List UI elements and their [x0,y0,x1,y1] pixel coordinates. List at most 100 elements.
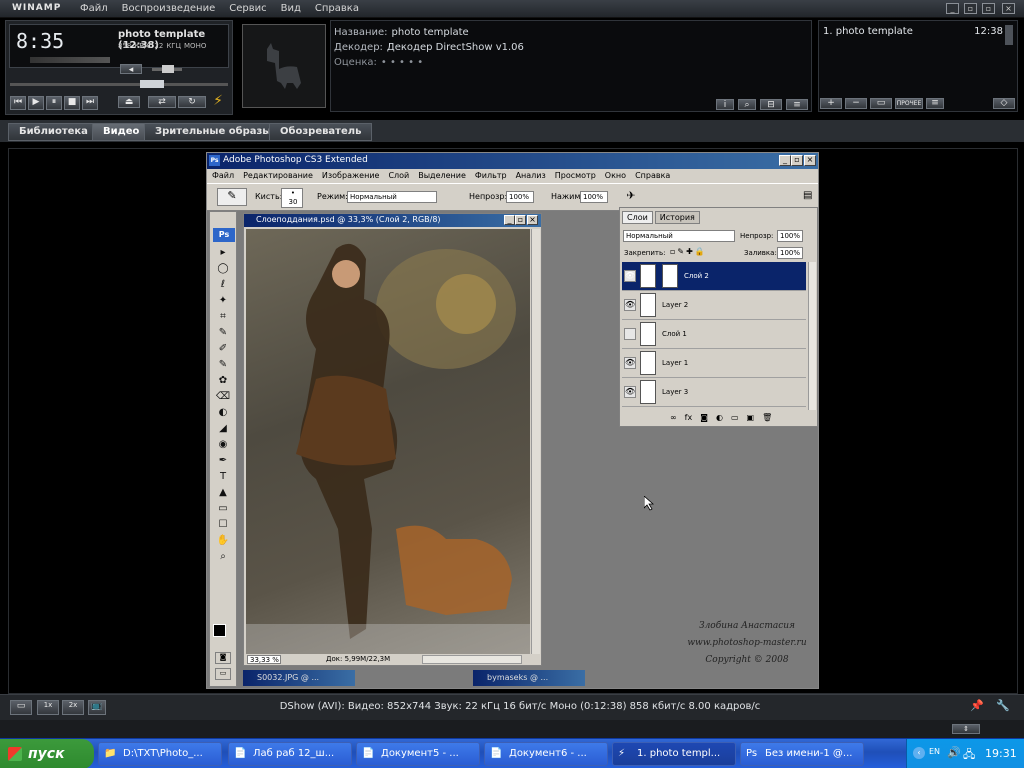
taskbar-button[interactable]: Ps Без имени-1 @... [740,742,864,766]
zoom-1x-button[interactable]: 1x [37,700,59,715]
menu-icon[interactable]: ≡ [786,99,808,110]
lasso-tool-icon[interactable]: ℓ [212,278,234,292]
playlist-scrollbar[interactable] [1005,25,1013,45]
tab-layers[interactable]: Слои [622,211,653,224]
maximize-button[interactable]: ▫ [964,3,977,14]
tab-visualization[interactable]: Зрительные образы [144,123,283,141]
layer-style-icon[interactable]: fx [685,413,693,422]
opacity-field[interactable]: 100% [506,191,534,203]
layer-row[interactable]: 👁 Layer 2 [622,291,806,320]
close-button[interactable]: × [1002,3,1015,14]
clock[interactable]: 19:31 [985,747,1017,760]
view-icon[interactable]: ⊟ [760,99,782,110]
layers-scrollbar[interactable] [808,262,816,410]
blur-tool-icon[interactable]: ◢ [212,422,234,436]
palette-well-icon[interactable]: ▤ [803,190,815,204]
stamp-tool-icon[interactable]: ✿ [212,374,234,388]
doc-zoom-field[interactable]: 33,33 % [247,655,281,664]
adjustment-layer-icon[interactable]: ◐ [716,413,723,422]
layer-row[interactable]: 👁 Layer 3 [622,378,806,407]
minimized-doc-2[interactable]: bymaseks @ ... [473,670,585,686]
screen-mode-icon[interactable]: ▭ [215,668,231,680]
document-titlebar[interactable]: Слоеподдания.psd @ 33,3% (Слой 2, RGB/8)… [244,214,541,227]
tab-browser[interactable]: Обозреватель [269,123,373,141]
pen-tool-icon[interactable]: ✒ [212,454,234,468]
layer-mask-thumbnail[interactable] [662,264,678,288]
ps-menu-select[interactable]: Выделение [418,169,466,183]
ps-menu-help[interactable]: Справка [635,169,670,183]
zoom-tool-icon[interactable]: ⌕ [212,550,234,564]
lock-icons[interactable]: ▫✎✚🔒 [670,247,714,258]
tab-video[interactable]: Видео [92,123,151,141]
layer-visibility-eye-icon[interactable]: 👁 [624,299,636,311]
playlist-misc-button[interactable]: ПРОЧЕЕ [895,98,923,109]
layer-visibility-eye-icon[interactable]: 👁 [624,386,636,398]
brush-size-picker[interactable]: • 30 [281,188,303,208]
pin-icon[interactable]: 📌 [970,699,986,715]
path-select-tool-icon[interactable]: ▲ [212,486,234,500]
time-display[interactable]: 8:35 [16,29,64,53]
ps-menu-image[interactable]: Изображение [322,169,380,183]
seek-thumb[interactable] [140,80,164,88]
album-art[interactable] [242,24,326,108]
playlist-select-button[interactable]: ▭ [870,98,892,109]
taskbar-button[interactable]: 📁 D:\TXT\Photo_... [98,742,222,766]
shuffle-icon[interactable]: ⇄ [148,96,176,108]
mode-select[interactable]: Нормальный [347,191,437,203]
move-tool-icon[interactable]: ▸ [212,246,234,260]
menu-file[interactable]: Файл [80,3,108,14]
menu-help[interactable]: Справка [315,3,359,14]
resize-grip-icon[interactable]: ⇕ [952,724,980,734]
next-icon[interactable]: ⏭ [82,96,98,110]
stop-icon[interactable]: ■ [64,96,80,110]
shade-button[interactable]: ▫ [982,3,995,14]
taskbar-button[interactable]: ⚡ 1. photo templ... [612,742,736,766]
link-layers-icon[interactable]: ∞ [670,413,677,422]
wrench-icon[interactable]: 🔧 [996,699,1012,715]
taskbar-button[interactable]: 📄 Документ6 - ... [484,742,608,766]
layer-visibility-eye-icon[interactable]: 👁 [624,357,636,369]
repeat-icon[interactable]: ↻ [178,96,206,108]
layer-row[interactable]: Слой 1 [622,320,806,349]
fill-field[interactable]: 100% [777,247,803,259]
layer-row[interactable]: 👁 Слой 2 [622,262,806,291]
magic-wand-tool-icon[interactable]: ✦ [212,294,234,308]
menu-playback[interactable]: Воспроизведение [122,3,216,14]
volume-slider[interactable] [152,65,182,73]
ps-menu-filter[interactable]: Фильтр [475,169,507,183]
notes-tool-icon[interactable]: ☐ [212,518,234,532]
ps-menu-edit[interactable]: Редактирование [243,169,313,183]
healing-tool-icon[interactable]: ✐ [212,342,234,356]
pause-icon[interactable]: ⏸ [46,96,62,110]
playlist-add-button[interactable]: + [820,98,842,109]
eject-icon[interactable]: ⏏ [118,96,140,108]
winamp-lightning-icon[interactable]: ⚡ [210,93,226,111]
tab-library[interactable]: Библиотека [8,123,99,141]
doc-info[interactable]: Док: 5,99M/22,3M [326,654,390,665]
taskbar-button[interactable]: 📄 Лаб раб 12_ш... [228,742,352,766]
ps-menu-analysis[interactable]: Анализ [516,169,546,183]
tv-icon[interactable]: 📺 [88,700,106,715]
ps-minimize-button[interactable]: _ [779,155,791,166]
layer-visibility-eye-icon[interactable]: 👁 [624,270,636,282]
info-icon[interactable]: i [716,99,734,110]
fullscreen-icon[interactable]: ▭ [10,700,32,715]
layer-row[interactable]: 👁 Layer 1 [622,349,806,378]
delete-layer-icon[interactable]: 🗑 [762,413,772,422]
visualizer[interactable] [30,57,110,63]
language-indicator[interactable]: EN [929,747,940,756]
marquee-tool-icon[interactable]: ◯ [212,262,234,276]
tab-history[interactable]: История [654,211,700,224]
airbrush-icon[interactable]: ✈ [622,189,640,205]
ps-menu-file[interactable]: Файл [212,169,234,183]
crop-tool-icon[interactable]: ⌗ [212,310,234,324]
pressure-field[interactable]: 100% [580,191,608,203]
group-icon[interactable]: ▭ [731,413,739,422]
hand-tool-icon[interactable]: ✋ [212,534,234,548]
doc-minimize-button[interactable]: _ [504,215,515,225]
ps-menu-layer[interactable]: Слой [388,169,409,183]
playlist-remove-button[interactable]: − [845,98,867,109]
ps-close-button[interactable]: × [804,155,816,166]
winamp-titlebar[interactable]: WINAMP Файл Воспроизведение Сервис Вид С… [0,0,1024,18]
playlist-options-icon[interactable]: ◇ [993,98,1015,109]
